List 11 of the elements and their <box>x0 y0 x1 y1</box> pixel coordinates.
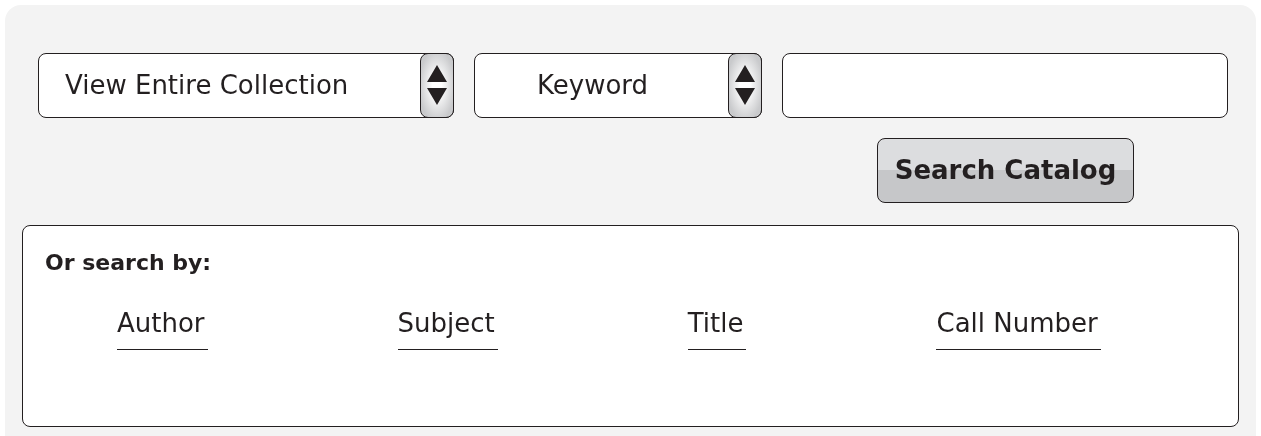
search-catalog-button[interactable]: Search Catalog <box>877 138 1134 203</box>
search-by-heading: Or search by: <box>45 249 213 277</box>
search-type-select[interactable]: Keyword <box>474 53 762 118</box>
stepper-icon[interactable] <box>728 53 762 118</box>
search-field[interactable] <box>782 53 1228 118</box>
collection-select[interactable]: View Entire Collection <box>38 53 454 118</box>
browse-link[interactable]: Subject <box>397 304 498 350</box>
browse-link[interactable]: Author <box>117 304 208 350</box>
browse-link[interactable]: Call Number <box>936 304 1101 350</box>
stepper-icon[interactable] <box>420 53 454 118</box>
browse-link[interactable]: Title <box>687 304 747 350</box>
